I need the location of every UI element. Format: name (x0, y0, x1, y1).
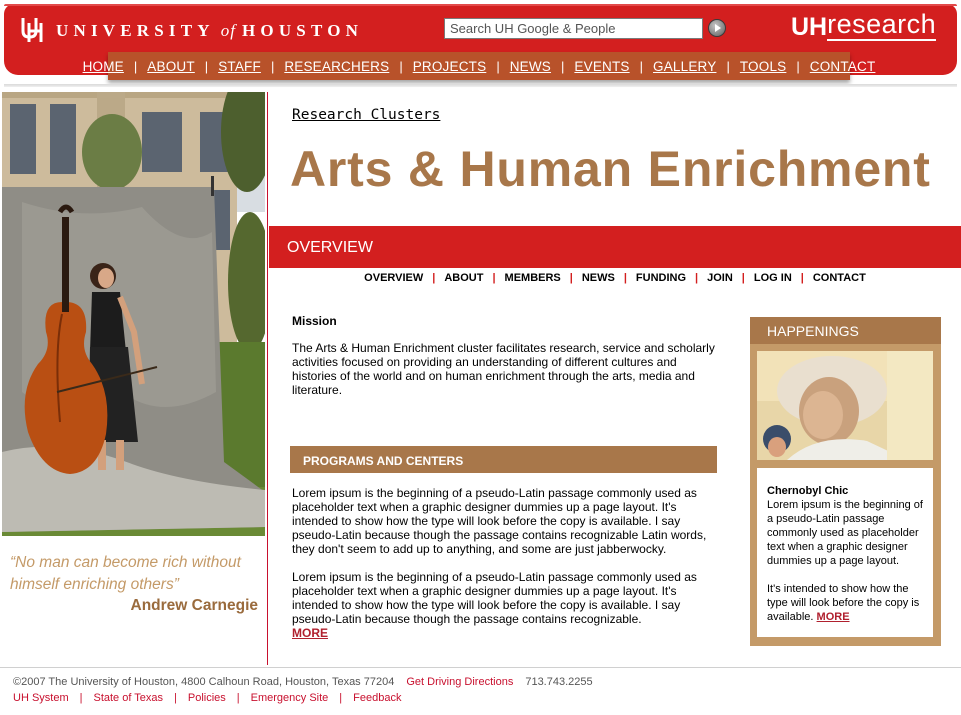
happenings-title-bar: HAPPENINGS (750, 317, 941, 344)
happenings-more-link[interactable]: MORE (817, 611, 850, 623)
nav-researchers[interactable]: RESEARCHERS (284, 59, 389, 74)
overview-header-bar: OVERVIEW (269, 226, 961, 268)
footer-link-policies[interactable]: Policies (188, 692, 226, 704)
programs-heading: PROGRAMS AND CENTERS (303, 454, 464, 468)
nav-staff[interactable]: STAFF (218, 59, 261, 74)
subnav-separator: | (695, 272, 699, 284)
nav-separator: | (133, 58, 138, 74)
nav-gallery[interactable]: GALLERY (653, 59, 716, 74)
happenings-title: HAPPENINGS (767, 323, 859, 339)
footer-separator: | (174, 692, 177, 704)
nav-separator: | (399, 58, 403, 74)
nav-separator: | (639, 58, 644, 74)
subnav-separator: | (432, 272, 436, 284)
driving-directions-link[interactable]: Get Driving Directions (394, 676, 525, 688)
programs-paragraph-1: Lorem ipsum is the beginning of a pseudo… (292, 486, 707, 556)
footer-link-feedback[interactable]: Feedback (353, 692, 401, 704)
footer-link-emergency-site[interactable]: Emergency Site (251, 692, 329, 704)
footer-separator: | (339, 692, 343, 704)
wordmark-of: of (220, 21, 236, 40)
footer-separator: | (236, 692, 240, 704)
subnav-separator: | (623, 272, 627, 284)
main-nav: HOME | ABOUT | STAFF | RESEARCHERS | PROJECT… (83, 52, 875, 80)
mission-heading: Mission (292, 314, 337, 328)
uh-interlock-logo-icon[interactable] (20, 17, 46, 43)
subnav-funding[interactable]: FUNDING (636, 272, 686, 284)
quote-author: Andrew Carnegie (130, 597, 258, 614)
programs-header-bar: PROGRAMS AND CENTERS (290, 446, 717, 473)
footer-phone: 713.743.2255 (525, 676, 593, 688)
programs-more-link[interactable]: MORE (292, 626, 328, 640)
subnav-separator: | (492, 272, 496, 284)
subnav-contact[interactable]: CONTACT (813, 272, 866, 284)
nav-projects[interactable]: PROJECTS (413, 59, 487, 74)
brand-uh: UH (791, 13, 828, 41)
footer-divider (0, 667, 961, 668)
nav-events[interactable]: EVENTS (574, 59, 629, 74)
uh-research-logo[interactable]: UHresearch (791, 9, 937, 41)
happenings-card: Chernobyl Chic Lorem ipsum is the beginn… (757, 468, 933, 637)
wordmark-houston: HOUSTON (241, 21, 364, 40)
subnav-separator: | (741, 272, 745, 284)
nav-about[interactable]: ABOUT (147, 59, 195, 74)
brand-research: research (827, 9, 937, 41)
event-text-2: It's intended to show how the type will … (767, 582, 923, 624)
event-title[interactable]: Chernobyl Chic (767, 484, 923, 498)
subnav-overview[interactable]: OVERVIEW (364, 272, 423, 284)
nav-separator: | (496, 58, 500, 74)
subnav-about[interactable]: ABOUT (444, 272, 483, 284)
nav-contact[interactable]: CONTACT (810, 59, 876, 74)
mission-text: The Arts & Human Enrichment cluster faci… (292, 341, 715, 397)
page-title: Arts & Human Enrichment (290, 141, 931, 197)
programs-paragraph-2: Lorem ipsum is the beginning of a pseudo… (292, 570, 697, 626)
hero-photo-cellist (2, 92, 265, 536)
happenings-photo[interactable] (757, 351, 933, 460)
nav-separator: | (561, 58, 565, 74)
subnav-login[interactable]: LOG IN (754, 272, 792, 284)
subnav-members[interactable]: MEMBERS (505, 272, 561, 284)
event-text: Lorem ipsum is the beginning of a pseudo… (767, 499, 923, 567)
nav-separator: | (270, 58, 275, 74)
header-divider (4, 84, 957, 87)
nav-separator: | (726, 58, 730, 74)
sidebar-quote: “No man can become rich without himself … (10, 554, 241, 593)
footer-link-state-of-texas[interactable]: State of Texas (93, 692, 163, 704)
nav-separator: | (796, 58, 800, 74)
footer-info: ©2007 The University of Houston, 4800 Ca… (13, 676, 593, 688)
wordmark-university: UNIVERSITY (56, 21, 215, 40)
search-input[interactable] (444, 18, 703, 39)
column-divider (267, 92, 268, 665)
search-go-button[interactable] (708, 19, 726, 37)
footer-copyright: ©2007 The University of Houston, 4800 Ca… (13, 676, 395, 688)
subnav-news[interactable]: NEWS (582, 272, 615, 284)
subnav-join[interactable]: JOIN (707, 272, 733, 284)
university-wordmark[interactable]: UNIVERSITY of HOUSTON (56, 21, 363, 41)
overview-label: OVERVIEW (287, 239, 373, 256)
section-label[interactable]: Research Clusters (292, 107, 440, 123)
cluster-subnav: OVERVIEW | ABOUT | MEMBERS | NEWS | FUNDING | JOIN… (269, 272, 961, 284)
nav-tools[interactable]: TOOLS (740, 59, 787, 74)
footer-links: UH System | State of Texas | Policies | Emerge… (13, 692, 401, 704)
subnav-separator: | (569, 272, 573, 284)
nav-separator: | (204, 58, 209, 74)
footer-separator: | (79, 692, 83, 704)
nav-home[interactable]: HOME (83, 59, 124, 74)
footer-link-uh-system[interactable]: UH System (13, 692, 69, 704)
subnav-separator: | (800, 272, 804, 284)
nav-news[interactable]: NEWS (510, 59, 551, 74)
